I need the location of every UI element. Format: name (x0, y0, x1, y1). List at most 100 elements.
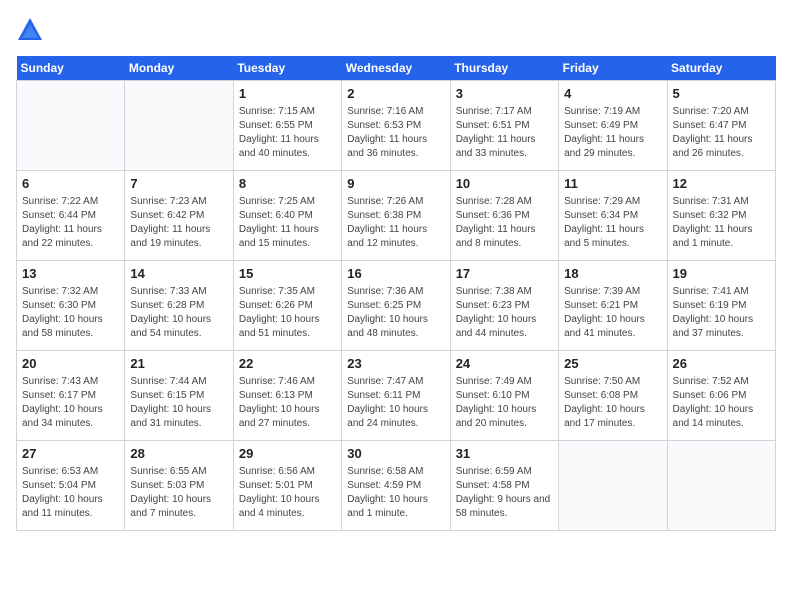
day-number: 3 (456, 85, 553, 103)
day-info: Sunrise: 7:41 AM Sunset: 6:19 PM Dayligh… (673, 285, 770, 341)
calendar-cell: 9 Sunrise: 7:26 AM Sunset: 6:38 PM Daylig… (342, 171, 450, 261)
day-number: 7 (130, 175, 227, 193)
day-number: 8 (239, 175, 336, 193)
header-tuesday: Tuesday (233, 56, 341, 81)
day-number: 19 (673, 265, 770, 283)
calendar-cell: 23 Sunrise: 7:47 AM Sunset: 6:11 PM Dayli… (342, 351, 450, 441)
day-number: 4 (564, 85, 661, 103)
logo (16, 16, 48, 44)
day-info: Sunrise: 7:19 AM Sunset: 6:49 PM Dayligh… (564, 105, 661, 161)
day-number: 22 (239, 355, 336, 373)
day-info: Sunrise: 7:39 AM Sunset: 6:21 PM Dayligh… (564, 285, 661, 341)
calendar-cell: 19 Sunrise: 7:41 AM Sunset: 6:19 PM Dayli… (667, 261, 775, 351)
day-number: 16 (347, 265, 444, 283)
day-number: 2 (347, 85, 444, 103)
day-info: Sunrise: 7:46 AM Sunset: 6:13 PM Dayligh… (239, 375, 336, 431)
day-number: 24 (456, 355, 553, 373)
day-info: Sunrise: 7:32 AM Sunset: 6:30 PM Dayligh… (22, 285, 119, 341)
day-number: 26 (673, 355, 770, 373)
header-saturday: Saturday (667, 56, 775, 81)
day-info: Sunrise: 7:17 AM Sunset: 6:51 PM Dayligh… (456, 105, 553, 161)
day-info: Sunrise: 6:59 AM Sunset: 4:58 PM Dayligh… (456, 465, 553, 521)
header-friday: Friday (559, 56, 667, 81)
day-info: Sunrise: 7:52 AM Sunset: 6:06 PM Dayligh… (673, 375, 770, 431)
calendar-cell: 25 Sunrise: 7:50 AM Sunset: 6:08 PM Dayli… (559, 351, 667, 441)
day-info: Sunrise: 7:36 AM Sunset: 6:25 PM Dayligh… (347, 285, 444, 341)
day-info: Sunrise: 7:16 AM Sunset: 6:53 PM Dayligh… (347, 105, 444, 161)
header-wednesday: Wednesday (342, 56, 450, 81)
day-number: 18 (564, 265, 661, 283)
day-number: 29 (239, 445, 336, 463)
calendar-week-2: 6Sunrise: 7:22 AM Sunset: 6:44 PM Daylig… (17, 171, 776, 261)
calendar-cell: 11 Sunrise: 7:29 AM Sunset: 6:34 PM Dayli… (559, 171, 667, 261)
calendar-cell: 6Sunrise: 7:22 AM Sunset: 6:44 PM Daylig… (17, 171, 125, 261)
day-number: 31 (456, 445, 553, 463)
day-info: Sunrise: 7:44 AM Sunset: 6:15 PM Dayligh… (130, 375, 227, 431)
calendar-cell: 3 Sunrise: 7:17 AM Sunset: 6:51 PM Daylig… (450, 81, 558, 171)
calendar-cell: 30 Sunrise: 6:58 AM Sunset: 4:59 PM Dayli… (342, 441, 450, 531)
calendar-cell: 12 Sunrise: 7:31 AM Sunset: 6:32 PM Dayli… (667, 171, 775, 261)
calendar-cell: 4 Sunrise: 7:19 AM Sunset: 6:49 PM Daylig… (559, 81, 667, 171)
logo-icon (16, 16, 44, 44)
day-number: 30 (347, 445, 444, 463)
day-number: 28 (130, 445, 227, 463)
day-number: 23 (347, 355, 444, 373)
day-info: Sunrise: 7:43 AM Sunset: 6:17 PM Dayligh… (22, 375, 119, 431)
calendar-cell: 5 Sunrise: 7:20 AM Sunset: 6:47 PM Daylig… (667, 81, 775, 171)
calendar-cell: 22 Sunrise: 7:46 AM Sunset: 6:13 PM Dayli… (233, 351, 341, 441)
day-info: Sunrise: 6:55 AM Sunset: 5:03 PM Dayligh… (130, 465, 227, 521)
day-info: Sunrise: 7:49 AM Sunset: 6:10 PM Dayligh… (456, 375, 553, 431)
calendar-cell (17, 81, 125, 171)
calendar-header-row: SundayMondayTuesdayWednesdayThursdayFrid… (17, 56, 776, 81)
day-info: Sunrise: 7:23 AM Sunset: 6:42 PM Dayligh… (130, 195, 227, 251)
day-number: 27 (22, 445, 119, 463)
day-info: Sunrise: 7:31 AM Sunset: 6:32 PM Dayligh… (673, 195, 770, 251)
calendar-cell: 13Sunrise: 7:32 AM Sunset: 6:30 PM Dayli… (17, 261, 125, 351)
calendar-week-1: 1Sunrise: 7:15 AM Sunset: 6:55 PM Daylig… (17, 81, 776, 171)
day-info: Sunrise: 6:56 AM Sunset: 5:01 PM Dayligh… (239, 465, 336, 521)
day-number: 20 (22, 355, 119, 373)
day-number: 11 (564, 175, 661, 193)
calendar-week-4: 20 Sunrise: 7:43 AM Sunset: 6:17 PM Dayli… (17, 351, 776, 441)
calendar-cell (559, 441, 667, 531)
page-header (16, 16, 776, 44)
calendar-cell: 17 Sunrise: 7:38 AM Sunset: 6:23 PM Dayli… (450, 261, 558, 351)
day-info: Sunrise: 7:50 AM Sunset: 6:08 PM Dayligh… (564, 375, 661, 431)
calendar-cell: 29 Sunrise: 6:56 AM Sunset: 5:01 PM Dayli… (233, 441, 341, 531)
calendar-cell: 21Sunrise: 7:44 AM Sunset: 6:15 PM Dayli… (125, 351, 233, 441)
day-number: 12 (673, 175, 770, 193)
calendar-cell: 18 Sunrise: 7:39 AM Sunset: 6:21 PM Dayli… (559, 261, 667, 351)
day-info: Sunrise: 7:35 AM Sunset: 6:26 PM Dayligh… (239, 285, 336, 341)
calendar-table: SundayMondayTuesdayWednesdayThursdayFrid… (16, 56, 776, 531)
day-info: Sunrise: 7:15 AM Sunset: 6:55 PM Dayligh… (239, 105, 336, 161)
day-info: Sunrise: 7:47 AM Sunset: 6:11 PM Dayligh… (347, 375, 444, 431)
calendar-cell: 14 Sunrise: 7:33 AM Sunset: 6:28 PM Dayli… (125, 261, 233, 351)
calendar-cell (125, 81, 233, 171)
day-number: 14 (130, 265, 227, 283)
day-info: Sunrise: 7:25 AM Sunset: 6:40 PM Dayligh… (239, 195, 336, 251)
day-info: Sunrise: 7:26 AM Sunset: 6:38 PM Dayligh… (347, 195, 444, 251)
day-info: Sunrise: 7:33 AM Sunset: 6:28 PM Dayligh… (130, 285, 227, 341)
calendar-cell: 10 Sunrise: 7:28 AM Sunset: 6:36 PM Dayli… (450, 171, 558, 261)
calendar-cell: 31 Sunrise: 6:59 AM Sunset: 4:58 PM Dayli… (450, 441, 558, 531)
calendar-week-3: 13Sunrise: 7:32 AM Sunset: 6:30 PM Dayli… (17, 261, 776, 351)
calendar-cell: 15Sunrise: 7:35 AM Sunset: 6:26 PM Dayli… (233, 261, 341, 351)
calendar-week-5: 27 Sunrise: 6:53 AM Sunset: 5:04 PM Dayli… (17, 441, 776, 531)
calendar-cell: 27 Sunrise: 6:53 AM Sunset: 5:04 PM Dayli… (17, 441, 125, 531)
day-info: Sunrise: 7:38 AM Sunset: 6:23 PM Dayligh… (456, 285, 553, 341)
day-info: Sunrise: 6:58 AM Sunset: 4:59 PM Dayligh… (347, 465, 444, 521)
day-info: Sunrise: 7:29 AM Sunset: 6:34 PM Dayligh… (564, 195, 661, 251)
calendar-cell: 26 Sunrise: 7:52 AM Sunset: 6:06 PM Dayli… (667, 351, 775, 441)
day-number: 25 (564, 355, 661, 373)
day-info: Sunrise: 7:28 AM Sunset: 6:36 PM Dayligh… (456, 195, 553, 251)
day-number: 17 (456, 265, 553, 283)
day-number: 9 (347, 175, 444, 193)
day-info: Sunrise: 6:53 AM Sunset: 5:04 PM Dayligh… (22, 465, 119, 521)
header-monday: Monday (125, 56, 233, 81)
day-number: 10 (456, 175, 553, 193)
day-number: 6 (22, 175, 119, 193)
day-info: Sunrise: 7:20 AM Sunset: 6:47 PM Dayligh… (673, 105, 770, 161)
calendar-cell: 24 Sunrise: 7:49 AM Sunset: 6:10 PM Dayli… (450, 351, 558, 441)
calendar-cell: 8 Sunrise: 7:25 AM Sunset: 6:40 PM Daylig… (233, 171, 341, 261)
day-number: 5 (673, 85, 770, 103)
